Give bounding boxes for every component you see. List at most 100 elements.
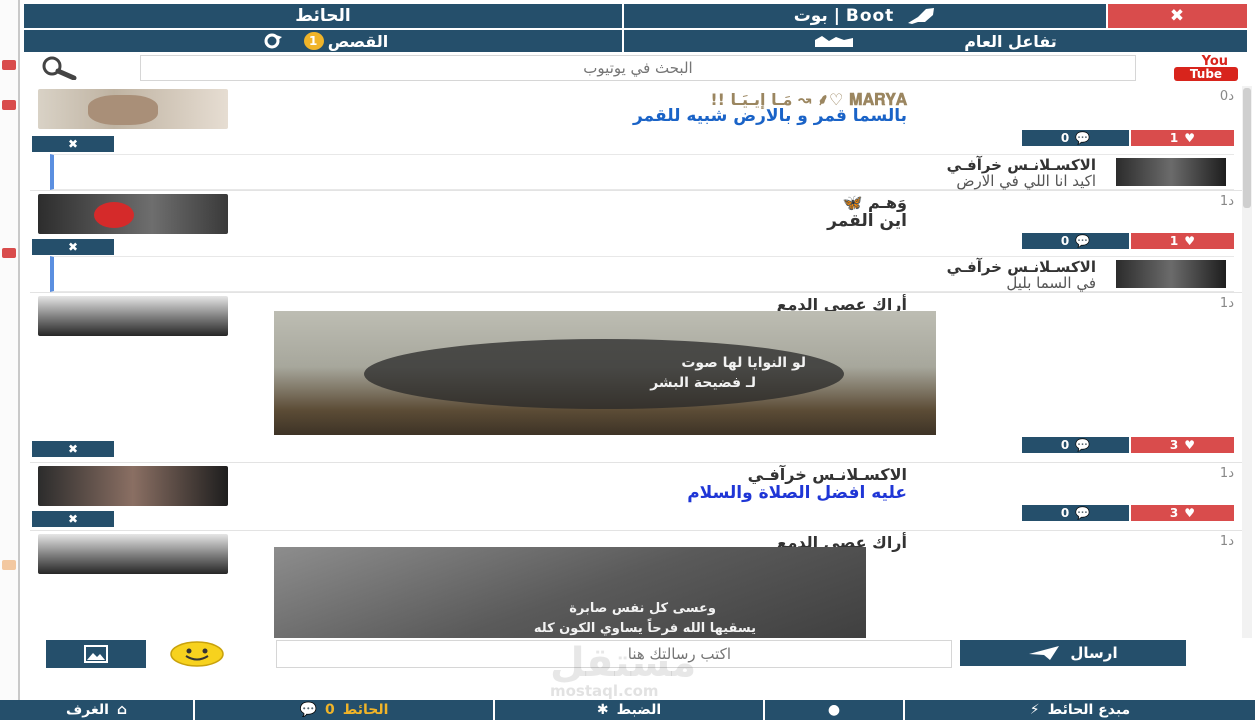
like-button[interactable]: 3 ♥ [1130, 437, 1234, 453]
reply-item: الاكسـلانـس خرآفـي في السما بليل [50, 256, 1234, 292]
like-button[interactable]: 1 ♥ [1130, 130, 1234, 146]
watermark-url: mostaql.com [550, 682, 659, 700]
youtube-logo-tube: Tube [1174, 67, 1238, 81]
comment-icon: 💬 [1075, 131, 1091, 145]
comments-count: 0 [1060, 506, 1070, 520]
delete-post-button[interactable]: ✖ [32, 239, 114, 255]
comments-count: 0 [1060, 234, 1070, 248]
comments-button[interactable]: 0 💬 [1022, 233, 1129, 249]
reply-text: في السما بليل [1006, 274, 1096, 292]
youtube-logo[interactable]: You Tube [1168, 54, 1242, 82]
send-icon [1029, 646, 1060, 660]
watermark: مستقل [550, 640, 697, 686]
comment-icon: 💬 [1075, 438, 1091, 452]
nav-wall-count: 0 [325, 702, 335, 718]
tab-bot-label: بوت | Boot [793, 6, 895, 26]
like-button[interactable]: 3 ♥ [1130, 505, 1234, 521]
comment-icon: 💬 [1075, 234, 1091, 248]
tab-bot[interactable]: بوت | Boot [624, 4, 1108, 28]
nav-creator[interactable]: ⚡ مبدع الحائط [905, 700, 1255, 720]
post-text: بالسما قمر و بالارض شبيه للقمر [632, 106, 907, 126]
post-reactions: 0 💬 1 ♥ [1022, 130, 1234, 146]
post-reactions: 0 💬 1 ♥ [1022, 233, 1234, 249]
youtube-search-bar: You Tube [30, 54, 1242, 82]
search-input[interactable] [140, 55, 1136, 81]
avatar[interactable] [38, 194, 228, 234]
refresh-icon [264, 33, 282, 49]
reply-avatar[interactable] [1116, 260, 1226, 288]
indicator-mark [2, 60, 16, 70]
lightning-icon: ⚡ [1029, 702, 1040, 718]
avatar[interactable] [38, 89, 228, 129]
post-age: 1د [1219, 534, 1234, 549]
close-button[interactable]: ✖ [1108, 4, 1249, 28]
indicator-mark [2, 100, 16, 110]
feed-scrollbar[interactable] [1242, 86, 1252, 638]
rocket-icon [908, 8, 935, 24]
top-tab-row: الحائط بوت | Boot ✖ [24, 4, 1249, 28]
heart-icon: ♥ [1184, 438, 1196, 452]
like-button[interactable]: 1 ♥ [1130, 233, 1234, 249]
post-image[interactable]: لو النوايا لها صوت لـ فضيحة البشر [274, 311, 936, 435]
chart-icon [815, 36, 854, 47]
post-reactions: 0 💬 3 ♥ [1022, 505, 1234, 521]
indicator-mark [2, 560, 16, 570]
bottom-navigation: الغرف ⌂ 💬 0 الحائط ✱ الضبط ● ⚡ مبدع الحا… [0, 700, 1255, 720]
image-caption: وعسى كل نفس صابرة [569, 601, 716, 616]
post-username[interactable]: الاكسـلانـس خرآفـي [748, 465, 907, 484]
post-username[interactable]: وَهـم 🦋 [842, 193, 907, 212]
heart-icon: ♥ [1184, 234, 1196, 248]
nav-user[interactable]: ● [765, 700, 905, 720]
likes-count: 1 [1169, 131, 1179, 145]
send-button[interactable]: ارسال [960, 640, 1186, 666]
delete-post-button[interactable]: ✖ [32, 511, 114, 527]
image-dark-ellipse [364, 339, 844, 409]
delete-post-button[interactable]: ✖ [32, 136, 114, 152]
nav-rooms[interactable]: الغرف ⌂ [0, 700, 195, 720]
indicator-mark [2, 248, 16, 258]
attach-image-button[interactable] [46, 640, 146, 668]
post-card: أراك عصي الدمع 1د وعسى كل نفس صابرة يسقي… [30, 530, 1242, 638]
wall-feed[interactable]: 𝐌𝐀𝐑𝐘𝐀 ♡⸙ ↝ مَـا إيـيَـا !! بالسما قمر و … [30, 86, 1242, 638]
comments-button[interactable]: 0 💬 [1022, 437, 1129, 453]
emoji-icon[interactable] [170, 641, 224, 667]
reply-text: اكيد انا اللي في الارض [956, 172, 1096, 190]
likes-count: 3 [1169, 438, 1179, 452]
nav-settings[interactable]: ✱ الضبط [495, 700, 765, 720]
post-card: الاكسـلانـس خرآفـي عليه افضل الصلاة والس… [30, 462, 1242, 530]
comments-count: 0 [1060, 131, 1070, 145]
app-page: الحائط بوت | Boot ✖ 1 القصص تفاعل العام … [0, 0, 1255, 720]
secondary-tab-row: 1 القصص تفاعل العام [24, 30, 1249, 52]
wall-panel: الحائط بوت | Boot ✖ 1 القصص تفاعل العام … [20, 0, 1253, 700]
avatar[interactable] [38, 534, 228, 574]
search-icon[interactable] [38, 56, 78, 80]
tab-wall[interactable]: الحائط [24, 4, 624, 28]
delete-post-button[interactable]: ✖ [32, 441, 114, 457]
reply-avatar[interactable] [1116, 158, 1226, 186]
nav-wall-label: الحائط [342, 702, 389, 718]
home-icon: ⌂ [116, 702, 127, 718]
nav-wall[interactable]: 💬 0 الحائط [195, 700, 495, 720]
gear-icon: ✱ [596, 702, 609, 718]
avatar[interactable] [38, 296, 228, 336]
comments-button[interactable]: 0 💬 [1022, 505, 1129, 521]
comments-button[interactable]: 0 💬 [1022, 130, 1129, 146]
adjacent-panel-edge [0, 0, 20, 700]
post-text: اين القمر [827, 211, 907, 231]
post-age: 1د [1219, 194, 1234, 209]
close-icon: ✖ [1169, 6, 1186, 26]
post-image[interactable]: وعسى كل نفس صابرة يسقيها الله فرحاً يساو… [274, 547, 866, 638]
reply-item: الاكسـلانـس خرآفـي اكيد انا اللي في الار… [50, 154, 1234, 190]
heart-icon: ♥ [1184, 506, 1196, 520]
post-age: 1د [1219, 466, 1234, 481]
image-caption: لـ فضيحة البشر [650, 375, 756, 391]
image-caption: لو النوايا لها صوت [681, 355, 806, 371]
tab-interaction[interactable]: تفاعل العام [624, 30, 1249, 52]
tab-stories[interactable]: 1 القصص [24, 30, 624, 52]
comments-count: 0 [1060, 438, 1070, 452]
chat-icon: 💬 [299, 702, 318, 718]
tab-stories-label: القصص [327, 31, 389, 51]
avatar[interactable] [38, 466, 228, 506]
likes-count: 3 [1169, 506, 1179, 520]
scrollbar-thumb[interactable] [1243, 88, 1251, 208]
